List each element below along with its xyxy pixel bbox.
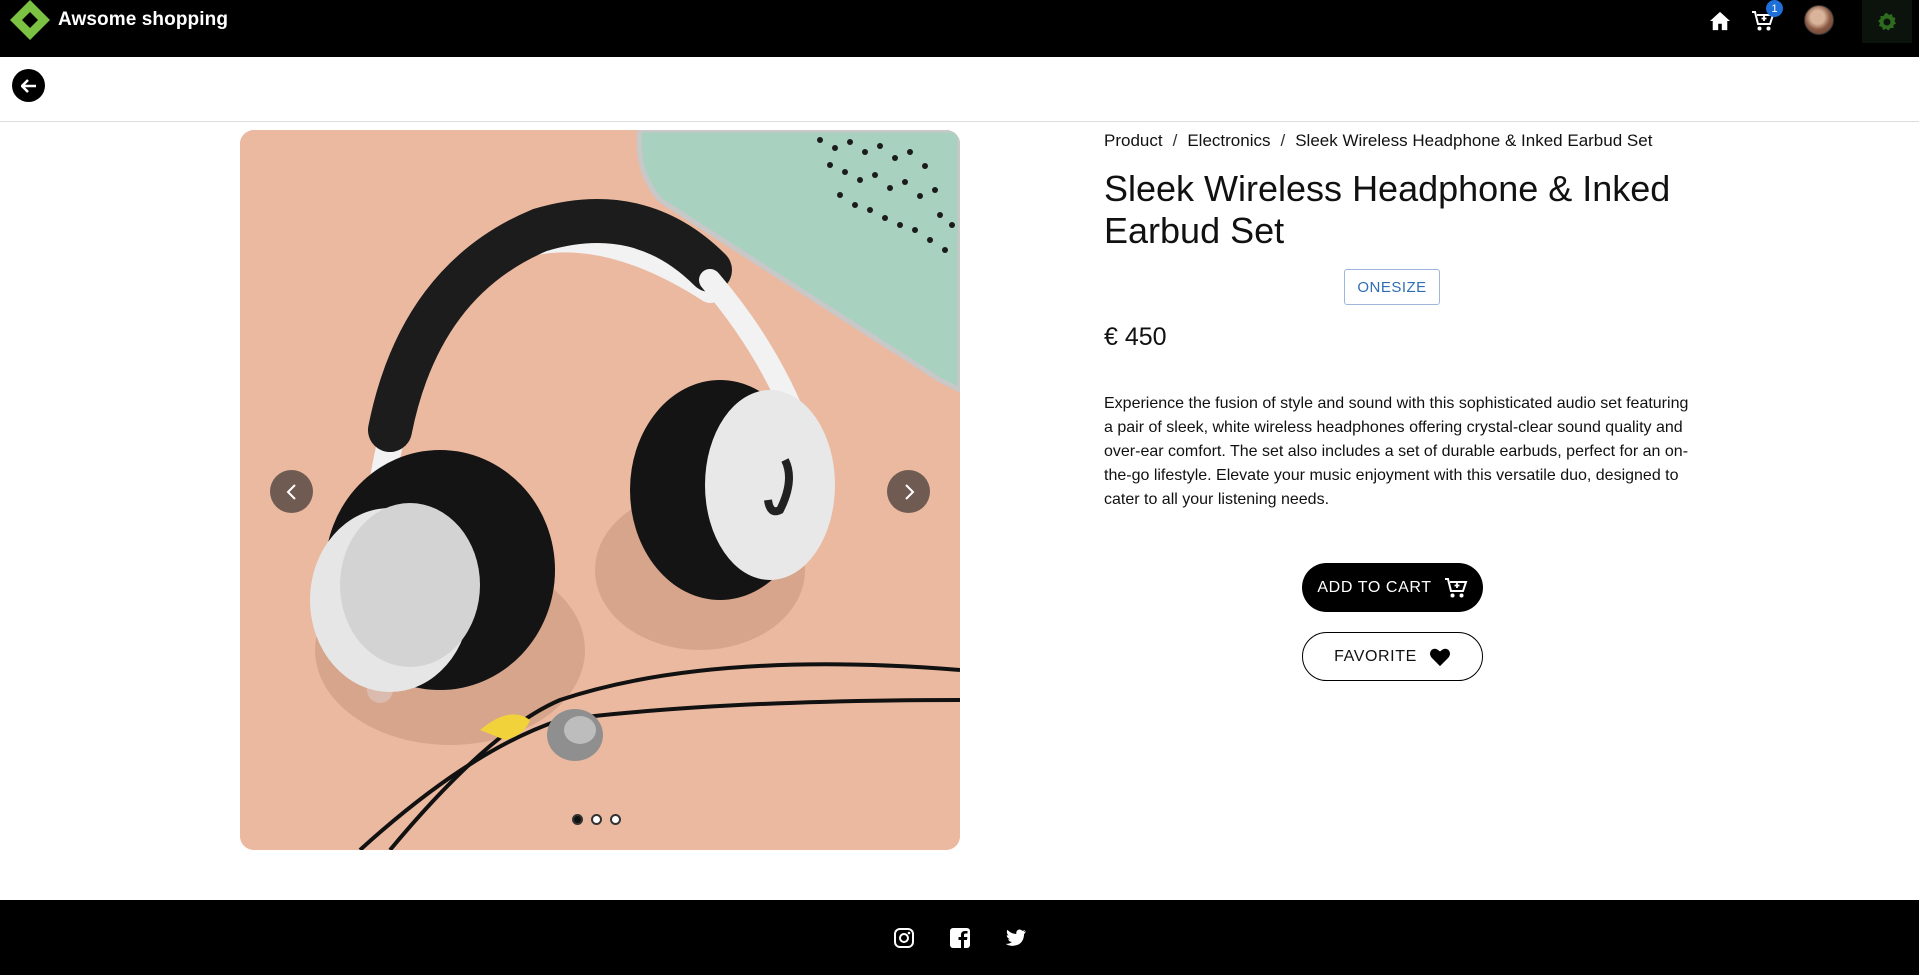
carousel-dot-3[interactable] bbox=[610, 814, 621, 825]
footer bbox=[0, 900, 1919, 975]
add-to-cart-label: ADD TO CART bbox=[1317, 578, 1432, 596]
carousel-dot-1[interactable] bbox=[572, 814, 583, 825]
instagram-icon[interactable] bbox=[892, 926, 916, 950]
chevron-left-icon bbox=[286, 483, 296, 500]
size-option-button[interactable]: ONESIZE bbox=[1344, 269, 1440, 305]
carousel-dot-2[interactable] bbox=[591, 814, 602, 825]
breadcrumb-item-category[interactable]: Electronics bbox=[1187, 131, 1270, 151]
cart-count-badge: 1 bbox=[1766, 0, 1783, 17]
carousel-next-button[interactable] bbox=[887, 470, 930, 513]
chevron-right-icon bbox=[904, 483, 914, 500]
product-title: Sleek Wireless Headphone & Inked Earbud … bbox=[1104, 168, 1671, 251]
avatar[interactable] bbox=[1804, 5, 1834, 35]
product-description: Experience the fusion of style and sound… bbox=[1104, 395, 1689, 508]
breadcrumb-separator: / bbox=[1172, 131, 1178, 150]
add-to-cart-button[interactable]: ADD TO CART bbox=[1302, 563, 1483, 612]
breadcrumb: Product / Electronics / Sleek Wireless H… bbox=[1104, 131, 1652, 151]
heart-icon bbox=[1429, 648, 1450, 666]
top-navbar: Awsome shopping 1 bbox=[0, 0, 1919, 57]
arrow-left-icon bbox=[20, 78, 36, 93]
breadcrumb-separator: / bbox=[1280, 131, 1286, 150]
breadcrumb-item-product[interactable]: Product bbox=[1104, 131, 1163, 151]
carousel-dots bbox=[572, 814, 621, 825]
add-cart-icon bbox=[1444, 577, 1467, 597]
home-icon[interactable] bbox=[1707, 8, 1733, 34]
product-image-carousel[interactable] bbox=[240, 130, 960, 850]
sub-toolbar bbox=[0, 57, 1919, 122]
product-image bbox=[240, 130, 960, 850]
product-price: € 450 bbox=[1104, 323, 1167, 351]
settings-button[interactable] bbox=[1862, 0, 1912, 43]
favorite-button[interactable]: FAVORITE bbox=[1302, 632, 1483, 681]
back-button[interactable] bbox=[12, 69, 45, 102]
twitter-icon[interactable] bbox=[1004, 926, 1028, 950]
facebook-icon[interactable] bbox=[948, 926, 972, 950]
breadcrumb-item-current: Sleek Wireless Headphone & Inked Earbud … bbox=[1295, 131, 1653, 150]
brand-name[interactable]: Awsome shopping bbox=[58, 9, 228, 31]
settings-icon bbox=[1878, 12, 1896, 30]
logo-icon[interactable] bbox=[10, 0, 50, 40]
favorite-label: FAVORITE bbox=[1334, 647, 1417, 665]
carousel-prev-button[interactable] bbox=[270, 470, 313, 513]
